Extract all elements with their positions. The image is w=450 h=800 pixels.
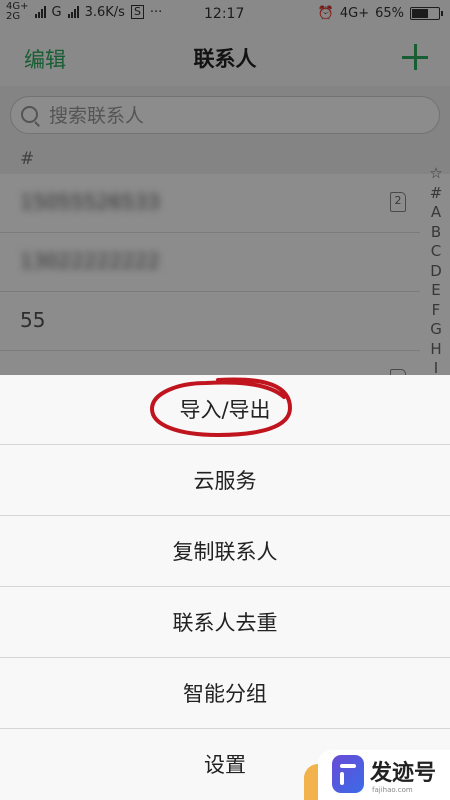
watermark-accent bbox=[304, 764, 318, 800]
menu-item-dedupe[interactable]: 联系人去重 bbox=[0, 588, 450, 658]
menu-item-smart-group[interactable]: 智能分组 bbox=[0, 659, 450, 729]
watermark-url: fajihao.com bbox=[372, 786, 413, 794]
menu-item-import-export[interactable]: 导入/导出 bbox=[0, 375, 450, 445]
brand-logo-icon bbox=[332, 755, 364, 793]
watermark: 发迹号 fajihao.com bbox=[304, 750, 450, 800]
menu-item-cloud-service[interactable]: 云服务 bbox=[0, 446, 450, 516]
watermark-name: 发迹号 bbox=[370, 761, 437, 786]
menu-item-copy-contacts[interactable]: 复制联系人 bbox=[0, 517, 450, 587]
menu-sheet: 导入/导出 云服务 复制联系人 联系人去重 智能分组 设置 bbox=[0, 375, 450, 800]
